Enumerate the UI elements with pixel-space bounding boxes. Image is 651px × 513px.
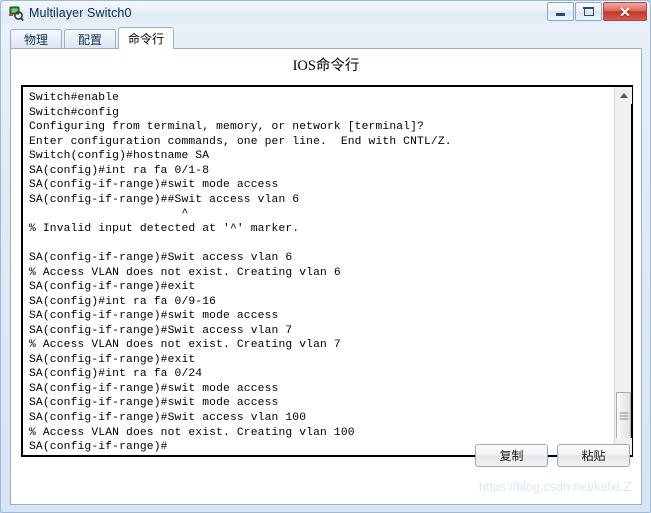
window-title: Multilayer Switch0 (29, 5, 132, 20)
watermark-text: https://blog.csdn.net/kelxLZ (478, 480, 631, 494)
cli-panel: IOS命令行 Switch#enable Switch#config Configu… (10, 48, 642, 505)
tab-config-label: 配置 (77, 33, 102, 47)
minimize-icon (556, 13, 565, 16)
scroll-up-button[interactable] (615, 87, 632, 104)
tab-strip: 物理 配置 命令行 (10, 27, 642, 49)
scrollbar-thumb[interactable] (616, 392, 631, 440)
tab-cli[interactable]: 命令行 (118, 27, 175, 49)
maximize-button[interactable] (575, 2, 602, 21)
terminal-output[interactable]: Switch#enable Switch#config Configuring fr… (23, 87, 614, 455)
terminal-line: SA(config-if-range)#exit (29, 353, 196, 366)
terminal-line: Switch#config (29, 106, 120, 119)
terminal-line: Switch(config)#hostname SA (29, 150, 210, 163)
chevron-up-icon (619, 93, 628, 98)
tab-config[interactable]: 配置 (64, 29, 116, 49)
terminal-line: Switch#enable (29, 92, 120, 104)
switch-device-icon (8, 5, 24, 21)
terminal-line: % Access VLAN does not exist. Creating v… (29, 426, 355, 439)
window-controls: ✕ (546, 2, 647, 21)
maximize-icon (583, 6, 594, 16)
terminal-line: SA(config-if-range)#swit mode access (29, 179, 279, 192)
action-button-row: 复制 粘贴 (475, 444, 630, 467)
terminal-line: SA(config-if-range)#Swit access vlan 100 (29, 412, 307, 425)
application-window: Multilayer Switch0 ✕ 物理 配置 命令行 IOS命令行 Sw… (0, 0, 651, 513)
terminal-line: SA(config)#int ra fa 0/24 (29, 368, 203, 381)
tab-physical[interactable]: 物理 (10, 29, 62, 49)
panel-title: IOS命令行 (292, 58, 360, 74)
terminal-line: Configuring from terminal, memory, or ne… (29, 121, 424, 134)
terminal-line: SA(config-if-range)#exit (29, 281, 196, 294)
terminal-line: SA(config-if-range)#swit mode access (29, 397, 279, 410)
copy-button[interactable]: 复制 (475, 444, 548, 467)
terminal-line: SA(config-if-range)#Swit access vlan 6 (29, 252, 293, 265)
terminal-scrollbar[interactable] (614, 87, 632, 455)
scrollbar-grip-icon (619, 411, 628, 422)
title-bar: Multilayer Switch0 ✕ (1, 1, 650, 24)
tab-physical-label: 物理 (23, 33, 48, 47)
terminal-line: SA(config)#int ra fa 0/9-16 (29, 295, 217, 308)
terminal-line: % Invalid input detected at '^' marker. (29, 222, 300, 235)
paste-button[interactable]: 粘贴 (557, 444, 630, 467)
close-icon: ✕ (619, 3, 631, 20)
terminal-line: SA(config)#int ra fa 0/1-8 (29, 164, 210, 177)
minimize-button[interactable] (547, 2, 574, 21)
tab-strip-filler (176, 29, 642, 49)
terminal-line: SA(config-if-range)#swit mode access (29, 382, 279, 395)
terminal-line: % Access VLAN does not exist. Creating v… (29, 266, 341, 279)
terminal-line: SA(config-if-range)##Swit access vlan 6 (29, 193, 300, 206)
terminal-line: SA(config-if-range)#Swit access vlan 7 (29, 324, 293, 337)
terminal-line: SA(config-if-range)#swit mode access (29, 310, 279, 323)
terminal-line: % Access VLAN does not exist. Creating v… (29, 339, 341, 352)
terminal-container: Switch#enable Switch#config Configuring fr… (21, 85, 633, 457)
terminal-line: Enter configuration commands, one per li… (29, 135, 452, 148)
tab-cli-label: 命令行 (128, 32, 165, 46)
terminal-line: ^ (29, 208, 189, 221)
close-button[interactable]: ✕ (603, 2, 647, 21)
